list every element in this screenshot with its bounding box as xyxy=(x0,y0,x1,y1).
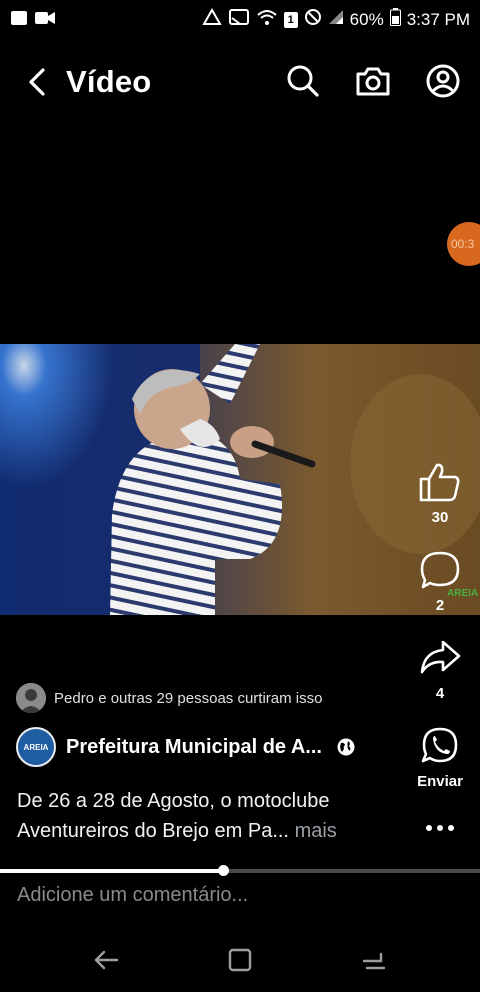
like-count: 30 xyxy=(431,509,449,526)
cast-icon xyxy=(228,8,250,31)
battery-percent: 60% xyxy=(349,9,384,29)
video-player[interactable]: AREIA xyxy=(0,344,480,615)
back-arrow-icon xyxy=(29,68,45,96)
video-call-icon xyxy=(34,10,56,31)
page-title: Vídeo xyxy=(66,64,152,99)
page-author[interactable]: AREIA Prefeitura Municipal de A... xyxy=(16,727,356,767)
more-options-button[interactable] xyxy=(425,818,455,838)
system-nav-bar xyxy=(0,930,480,992)
status-bar: 1 60% 3:37 PM xyxy=(0,0,480,38)
video-progress-bar[interactable] xyxy=(0,865,480,876)
profile-button[interactable] xyxy=(424,62,462,100)
globe-icon xyxy=(337,738,355,756)
page-avatar: AREIA xyxy=(16,727,56,767)
more-dot-icon xyxy=(437,825,443,831)
avatar xyxy=(16,683,46,713)
video-frame-image: AREIA xyxy=(0,344,480,615)
comment-input[interactable] xyxy=(17,884,457,907)
send-label: Enviar xyxy=(417,773,463,790)
more-dot-icon xyxy=(426,825,432,831)
whatsapp-icon xyxy=(421,727,458,763)
search-icon xyxy=(287,65,319,97)
send-whatsapp-button[interactable]: Enviar xyxy=(408,726,472,790)
comment-icon xyxy=(420,551,460,589)
see-more-link[interactable]: mais xyxy=(295,820,337,842)
back-button[interactable] xyxy=(20,64,54,100)
nav-home-icon xyxy=(228,948,252,972)
share-count: 4 xyxy=(435,685,445,702)
sync-icon xyxy=(201,7,222,31)
battery-icon xyxy=(389,8,401,31)
nav-back-icon xyxy=(94,950,119,970)
thumbs-up-icon xyxy=(419,463,460,502)
sim-icon: 1 xyxy=(283,11,298,28)
page-avatar-label: AREIA xyxy=(23,742,49,752)
likes-summary[interactable]: Pedro e outras 29 pessoas curtiram isso xyxy=(16,683,322,713)
wifi-icon xyxy=(256,8,278,31)
search-button[interactable] xyxy=(284,62,322,100)
camera-icon xyxy=(356,67,390,96)
nav-recents-button[interactable] xyxy=(354,942,394,978)
more-dot-icon xyxy=(448,825,454,831)
like-button[interactable]: 30 xyxy=(416,462,464,526)
camera-button[interactable] xyxy=(354,62,392,100)
do-not-disturb-icon xyxy=(304,8,322,31)
status-time: 3:37 PM xyxy=(406,9,470,29)
nav-home-button[interactable] xyxy=(220,942,260,978)
timer-text: 00:3 xyxy=(451,237,475,251)
caption-line-1: De 26 a 28 de Agosto, o motoclube xyxy=(17,790,330,812)
comment-button[interactable]: 2 xyxy=(416,550,464,614)
nav-recents-icon xyxy=(362,952,386,970)
share-button[interactable]: 4 xyxy=(416,638,464,702)
likes-text: Pedro e outras 29 pessoas curtiram isso xyxy=(54,689,323,707)
nav-back-button[interactable] xyxy=(86,942,126,978)
notification-icon xyxy=(10,10,28,31)
top-app-bar: Vídeo xyxy=(0,50,480,114)
share-arrow-icon xyxy=(420,640,461,674)
page-name[interactable]: Prefeitura Municipal de A... xyxy=(66,736,322,759)
progress-fill xyxy=(0,869,224,873)
signal-icon xyxy=(328,9,344,30)
progress-scrubber[interactable] xyxy=(218,865,230,876)
caption-line-2: Aventureiros do Brejo em Pa... xyxy=(17,820,289,842)
comment-count: 2 xyxy=(435,597,445,614)
post-caption[interactable]: De 26 a 28 de Agosto, o motoclube Aventu… xyxy=(17,786,417,846)
timer-bubble[interactable]: 00:3 xyxy=(447,222,480,266)
profile-icon xyxy=(426,64,460,98)
